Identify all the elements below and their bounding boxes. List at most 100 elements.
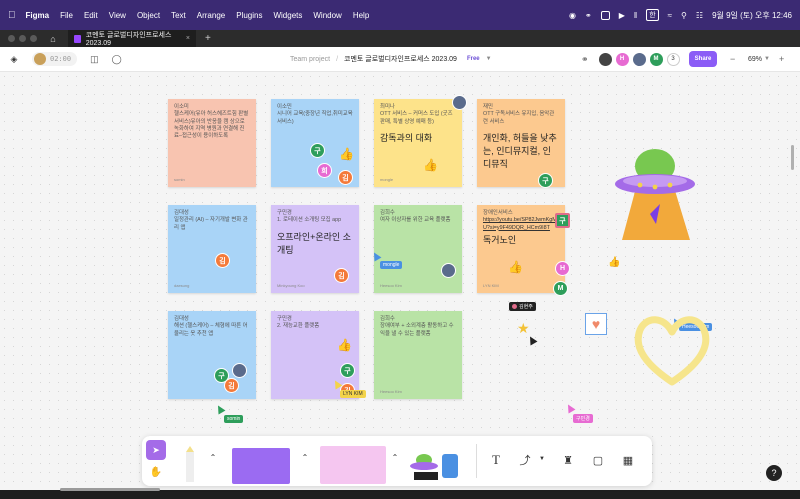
stamp-tool[interactable]: ♜: [558, 450, 578, 470]
close-window-button[interactable]: [8, 35, 15, 42]
avatar[interactable]: [452, 95, 467, 110]
author-stamp[interactable]: 구: [538, 173, 553, 188]
sticky-note-tool[interactable]: [320, 446, 386, 484]
file-tab[interactable]: 코멘토 글로벌디자인프로세스 2023.09 ×: [68, 30, 196, 47]
marker-tool[interactable]: [178, 446, 202, 484]
pause-icon[interactable]: ‖: [634, 11, 637, 20]
sticky-note[interactable]: 이소미 헬스케어(유아 허스헤즈트힘 판별 서비스)유아의 반응을 캠 상으로 …: [168, 99, 256, 187]
menu-file[interactable]: File: [60, 11, 73, 20]
avatar[interactable]: [598, 52, 612, 66]
breadcrumb-project[interactable]: Team project: [290, 56, 330, 63]
author-stamp[interactable]: 김: [215, 253, 230, 268]
author-stamp[interactable]: H: [555, 261, 570, 276]
close-tab-icon[interactable]: ×: [186, 35, 190, 42]
sticky-note[interactable]: 재민 OTT 구독서비스 유지입, 음악관련 서비스 개인화, 허들을 낮추는,…: [477, 99, 565, 187]
zoom-in-icon[interactable]: +: [779, 54, 784, 64]
sticky-note[interactable]: 장애인서비스 https://youtu.be/SP82JwmKgMU?si=y…: [477, 205, 565, 293]
sticky-note[interactable]: 김희수 장애여부 + 소외계층 활동하고 수익을 낼 수 있는 플랫폼 Hees…: [374, 311, 462, 399]
thumbs-up-icon[interactable]: 👍: [423, 158, 438, 172]
chevron-down-icon[interactable]: ▼: [538, 454, 546, 464]
user-count[interactable]: 3: [666, 52, 680, 66]
menu-edit[interactable]: Edit: [84, 11, 98, 20]
sticky-note[interactable]: 김대성 일정관리 (AI) – 자기개발 변화 관리 앱 daesung: [168, 205, 256, 293]
sticky-note[interactable]: 김희수 여자 이상자를 위한 교육 플랫폼 Heesoo Kim: [374, 205, 462, 293]
menu-arrange[interactable]: Arrange: [197, 11, 225, 20]
section-tool[interactable]: ▢: [588, 450, 608, 470]
menu-widgets[interactable]: Widgets: [273, 11, 302, 20]
avatar[interactable]: [441, 263, 456, 278]
zoom-level[interactable]: 69%: [748, 56, 762, 63]
search-icon[interactable]: ⚲: [681, 11, 687, 20]
chevron-up-icon[interactable]: ⌃: [300, 452, 310, 462]
menu-object[interactable]: Object: [137, 11, 160, 20]
help-button[interactable]: ?: [766, 465, 782, 481]
menu-view[interactable]: View: [109, 11, 126, 20]
ufo-sticker[interactable]: [610, 144, 700, 244]
play-icon[interactable]: ▶: [619, 11, 625, 20]
thumbs-up-icon[interactable]: 👍: [508, 260, 523, 274]
author-stamp[interactable]: 구: [310, 143, 325, 158]
input-source-indicator[interactable]: 한: [646, 9, 659, 21]
figjam-canvas[interactable]: 이소미 헬스케어(유아 허스헤즈트힘 판별 서비스)유아의 반응을 캠 상으로 …: [0, 72, 800, 490]
headphones-icon[interactable]: ⚭: [581, 54, 589, 65]
control-center-icon[interactable]: ☷: [696, 11, 703, 20]
plan-badge[interactable]: Free: [467, 56, 480, 62]
table-tool[interactable]: ▦: [618, 450, 638, 470]
comment-icon[interactable]: ◯: [112, 54, 122, 65]
author-stamp[interactable]: 구: [555, 213, 570, 228]
stickers-tool[interactable]: [410, 448, 466, 482]
drawn-heart[interactable]: [632, 310, 712, 390]
window-icon[interactable]: [600, 10, 610, 20]
menu-window[interactable]: Window: [313, 11, 341, 20]
figjam-toolbar: ◈ 02:00 ◫ ◯ Team project / 코멘토 글로벌디자인프로세…: [0, 47, 800, 72]
author-stamp[interactable]: 희: [317, 163, 332, 178]
author-stamp[interactable]: 김: [334, 268, 349, 283]
record-icon[interactable]: ◉: [569, 11, 576, 20]
wifi-icon[interactable]: ≈: [668, 11, 672, 20]
menu-help[interactable]: Help: [353, 11, 369, 20]
thumbs-up-icon[interactable]: 👍: [339, 147, 354, 161]
layout-icon[interactable]: ◫: [90, 54, 99, 65]
avatar[interactable]: [232, 363, 247, 378]
author-stamp[interactable]: M: [553, 281, 568, 296]
apple-icon[interactable]: : [8, 10, 16, 21]
new-tab-button[interactable]: +: [205, 33, 211, 44]
thumbs-up-icon[interactable]: 👍: [337, 338, 352, 352]
avatar[interactable]: [632, 52, 646, 66]
avatar-m[interactable]: M: [649, 52, 663, 66]
heart-stamp[interactable]: ♥: [585, 313, 607, 335]
author-stamp[interactable]: 김: [338, 170, 353, 185]
thumbs-up-icon[interactable]: 👍: [608, 257, 620, 268]
shape-tool[interactable]: [232, 448, 290, 484]
sticky-note[interactable]: 최미나 OTT 서비스 – 커머스 도입 (굿즈 판매, 특별 상영 예매 등)…: [374, 99, 462, 187]
author-stamp[interactable]: 김: [224, 378, 239, 393]
select-tool[interactable]: ➤: [146, 440, 166, 460]
chevron-down-icon[interactable]: ▼: [764, 56, 770, 62]
connector-tool[interactable]: ⤴: [512, 450, 538, 470]
timer[interactable]: 02:00: [32, 52, 78, 66]
note-link[interactable]: https://youtu.be/SP82JwmKgMU?si=y9F49DQR…: [483, 217, 559, 232]
headphones-icon[interactable]: ⚭: [585, 11, 592, 20]
sticky-note[interactable]: 김대성 해션 (헬스케어) – 체형에 따른 어울리는 옷 추천 앱: [168, 311, 256, 399]
minimize-window-button[interactable]: [19, 35, 26, 42]
home-icon[interactable]: ⌂: [44, 34, 62, 44]
menu-clock[interactable]: 9월 9일 (토) 오후 12:46: [712, 10, 792, 21]
menu-figma[interactable]: Figma: [26, 11, 50, 20]
hand-tool[interactable]: ✋: [146, 462, 166, 482]
avatar-h[interactable]: H: [615, 52, 629, 66]
chevron-up-icon[interactable]: ⌃: [390, 452, 400, 462]
share-button[interactable]: Share: [689, 51, 717, 67]
chevron-up-icon[interactable]: ⌃: [208, 452, 218, 462]
file-name[interactable]: 코멘토 글로벌디자인프로세스 2023.09: [344, 54, 457, 64]
zoom-out-icon[interactable]: −: [730, 54, 735, 64]
horizontal-scrollbar[interactable]: [60, 488, 160, 491]
author-stamp[interactable]: 구: [340, 363, 355, 378]
menu-plugins[interactable]: Plugins: [236, 11, 262, 20]
vertical-scrollbar[interactable]: [791, 145, 794, 170]
menu-text[interactable]: Text: [171, 11, 186, 20]
zoom-window-button[interactable]: [30, 35, 37, 42]
text-tool[interactable]: T: [486, 450, 506, 470]
main-menu-icon[interactable]: ◈: [4, 54, 24, 65]
chevron-down-icon[interactable]: ▼: [486, 56, 492, 62]
star-icon[interactable]: ★: [517, 320, 530, 337]
